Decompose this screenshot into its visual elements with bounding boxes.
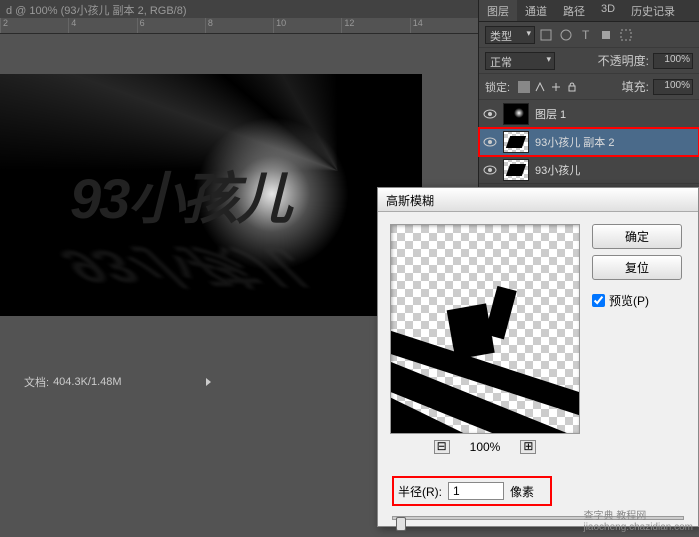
- layers-panel: 图层 通道 路径 3D 历史记录 类型 T 正常 不透明度: 100% 锁定: …: [478, 0, 699, 200]
- ok-button[interactable]: 确定: [592, 224, 682, 249]
- zoom-value: 100%: [470, 440, 501, 454]
- preview-checkbox-row[interactable]: 预览(P): [592, 292, 682, 309]
- visibility-icon[interactable]: [483, 163, 497, 177]
- visibility-icon[interactable]: [483, 135, 497, 149]
- opacity-label: 不透明度:: [598, 52, 649, 69]
- doc-info-arrow-icon[interactable]: [206, 378, 211, 386]
- fill-input[interactable]: 100%: [653, 79, 693, 95]
- filter-shape-icon[interactable]: [599, 28, 613, 42]
- tab-channels[interactable]: 通道: [517, 0, 555, 21]
- layer-thumbnail[interactable]: [503, 103, 529, 125]
- gaussian-blur-dialog: 高斯模糊 ⊟ 100% ⊞ 确定 复位 预: [377, 187, 699, 527]
- canvas[interactable]: 93小孩儿 93小孩儿: [0, 74, 422, 316]
- preview-checkbox-label: 预览(P): [609, 292, 649, 309]
- fill-label: 填充:: [622, 78, 649, 95]
- tab-layers[interactable]: 图层: [479, 0, 517, 21]
- filter-smart-icon[interactable]: [619, 28, 633, 42]
- layer-name-label[interactable]: 图层 1: [535, 106, 566, 122]
- radius-input[interactable]: [448, 482, 504, 500]
- dialog-title: 高斯模糊: [378, 188, 698, 212]
- radius-row: 半径(R): 像素: [392, 476, 552, 506]
- filter-adjust-icon[interactable]: [559, 28, 573, 42]
- canvas-main-text: 93小孩儿: [70, 154, 290, 235]
- radius-unit: 像素: [510, 483, 534, 500]
- visibility-icon[interactable]: [483, 107, 497, 121]
- opacity-input[interactable]: 100%: [653, 53, 693, 69]
- slider-thumb[interactable]: [396, 517, 406, 531]
- layer-row[interactable]: 93小孩儿: [479, 156, 699, 184]
- filter-icons: T: [539, 28, 633, 42]
- lock-transparency-icon[interactable]: [518, 81, 530, 93]
- lock-all-icon[interactable]: [566, 81, 578, 93]
- blend-opacity-row: 正常 不透明度: 100%: [479, 48, 699, 74]
- blend-mode-dropdown[interactable]: 正常: [485, 52, 555, 70]
- zoom-in-button[interactable]: ⊞: [520, 440, 536, 454]
- tab-history[interactable]: 历史记录: [623, 0, 683, 21]
- tab-3d[interactable]: 3D: [593, 0, 623, 21]
- layer-kind-dropdown[interactable]: 类型: [485, 26, 535, 44]
- document-info[interactable]: 文档: 404.3K/1.48M: [20, 370, 215, 394]
- layer-thumbnail[interactable]: [503, 131, 529, 153]
- doc-info-label: 文档:: [24, 374, 49, 390]
- filter-image-icon[interactable]: [539, 28, 553, 42]
- layer-name-label[interactable]: 93小孩儿 副本 2: [535, 134, 614, 150]
- svg-text:T: T: [582, 28, 590, 42]
- layer-name-label[interactable]: 93小孩儿: [535, 162, 580, 178]
- tab-paths[interactable]: 路径: [555, 0, 593, 21]
- watermark: 查字典 教程网 jiaocheng.chazidian.com: [583, 507, 693, 533]
- zoom-out-button[interactable]: ⊟: [434, 440, 450, 454]
- lock-fill-row: 锁定: 填充: 100%: [479, 74, 699, 100]
- zoom-controls: ⊟ 100% ⊞: [390, 440, 580, 454]
- doc-info-value: 404.3K/1.48M: [53, 376, 122, 388]
- panel-tabs: 图层 通道 路径 3D 历史记录: [479, 0, 699, 22]
- layer-filter-row: 类型 T: [479, 22, 699, 48]
- document-title: d @ 100% (93小孩儿 副本 2, RGB/8): [0, 0, 478, 18]
- layer-row[interactable]: 图层 1: [479, 100, 699, 128]
- preview-box[interactable]: [390, 224, 580, 434]
- canvas-reflection-text: 93小孩儿: [47, 237, 324, 302]
- radius-label: 半径(R):: [398, 483, 442, 500]
- lock-pixels-icon[interactable]: [534, 81, 546, 93]
- layer-row-selected[interactable]: 93小孩儿 副本 2: [479, 128, 699, 156]
- layer-thumbnail[interactable]: [503, 159, 529, 181]
- horizontal-ruler: 2468101214: [0, 18, 478, 34]
- preview-checkbox[interactable]: [592, 294, 605, 307]
- lock-label: 锁定:: [485, 79, 510, 95]
- cancel-button[interactable]: 复位: [592, 255, 682, 280]
- filter-type-icon[interactable]: T: [579, 28, 593, 42]
- lock-position-icon[interactable]: [550, 81, 562, 93]
